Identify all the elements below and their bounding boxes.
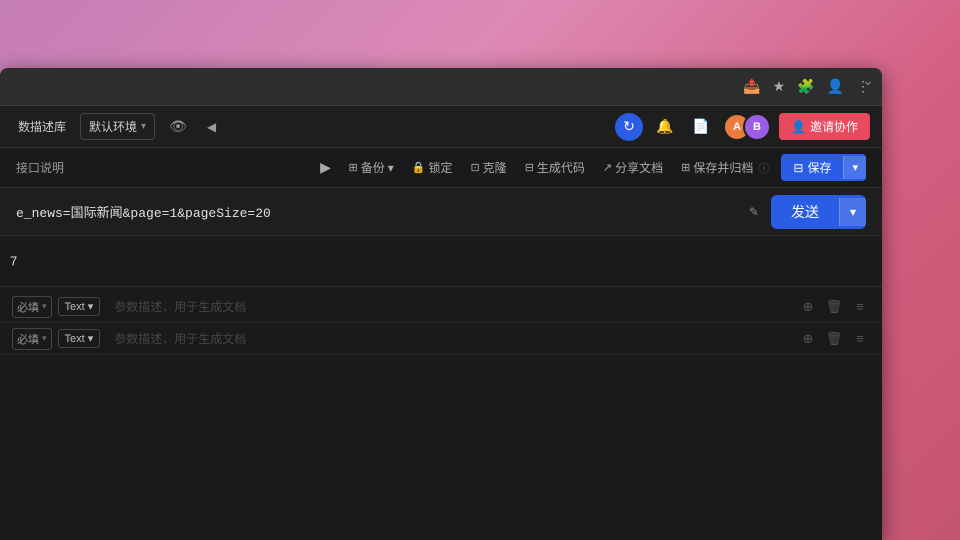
cursor-area: 7 <box>0 236 882 286</box>
type-chevron-2: ▾ <box>88 332 94 345</box>
param-menu-icon-1[interactable]: ≡ <box>850 297 870 317</box>
type-badge-1[interactable]: Text ▾ <box>58 297 101 316</box>
env-selector[interactable]: 默认环境 ▾ <box>80 113 155 140</box>
lock-btn[interactable]: 🔒 锁定 <box>406 156 459 179</box>
save-icon: ⊟ <box>793 161 803 175</box>
doc-icon: 📄 <box>692 118 709 135</box>
param-actions-1: ⊕ 🗑 ≡ <box>798 297 870 317</box>
env-chevron-icon: ▾ <box>141 121 146 132</box>
cursor-line: 7 <box>10 254 17 269</box>
share-doc-icon: ↗ <box>603 161 612 174</box>
type-label-1: Text <box>65 301 85 313</box>
save-archive-icon: ⊞ <box>681 161 690 174</box>
url-bar: e_news=国际新闻&page=1&pageSize=20 ✎ 发送 ▾ <box>0 188 882 236</box>
invite-btn[interactable]: 👤 邀请协作 <box>779 113 870 140</box>
type-chevron-1: ▾ <box>88 300 94 313</box>
required-chevron-2: ▾ <box>42 333 47 344</box>
required-badge-2[interactable]: 必填 ▾ <box>12 328 52 350</box>
send-dropdown-btn[interactable]: ▾ <box>839 198 866 226</box>
required-label-2: 必填 <box>17 331 39 347</box>
param-row: 必填 ▾ Text ▾ 参数描述，用于生成文档 ⊕ 🗑 ≡ <box>0 323 882 355</box>
param-row: 必填 ▾ Text ▾ 参数描述，用于生成文档 ⊕ 🗑 ≡ <box>0 291 882 323</box>
backup-chevron-icon: ▾ <box>388 161 394 175</box>
browser-window: ⌄ 📤 ★ 🧩 👤 ⋮ 数描述库 默认环境 ▾ 👁 ◀ ↻ 🔔 📄 <box>0 68 882 540</box>
extension-icon[interactable]: 🧩 <box>797 78 814 95</box>
env-label: 默认环境 <box>89 118 137 135</box>
params-area: 必填 ▾ Text ▾ 参数描述，用于生成文档 ⊕ 🗑 ≡ <box>0 287 882 540</box>
send-btn[interactable]: 发送 <box>771 195 839 229</box>
save-archive-info-icon: ⓘ <box>758 160 769 176</box>
required-chevron-1: ▾ <box>42 301 47 312</box>
param-desc-1[interactable]: 参数描述，用于生成文档 <box>106 298 792 315</box>
collapse-icon[interactable]: ⌄ <box>862 72 874 89</box>
db-nav-item[interactable]: 数描述库 <box>12 114 72 139</box>
bookmark-icon[interactable]: ★ <box>773 78 786 95</box>
param-delete-icon-1[interactable]: 🗑 <box>824 297 844 317</box>
sync-btn[interactable]: ↻ <box>615 113 643 141</box>
browser-topbar: ⌄ 📤 ★ 🧩 👤 ⋮ <box>0 68 882 106</box>
generate-code-btn[interactable]: ⊟ 生成代码 <box>519 156 591 179</box>
param-add-icon-1[interactable]: ⊕ <box>798 297 818 317</box>
required-badge-1[interactable]: 必填 ▾ <box>12 296 52 318</box>
share-browser-icon[interactable]: 📤 <box>743 78 760 95</box>
type-label-2: Text <box>65 333 85 345</box>
api-toolbar: 接口说明 ▶ ⊞ 备份 ▾ 🔒 锁定 ⊡ 克隆 <box>0 148 882 188</box>
play-btn[interactable]: ▶ <box>314 157 336 179</box>
invite-icon: 👤 <box>791 120 806 134</box>
clone-btn[interactable]: ⊡ 克隆 <box>464 156 512 179</box>
url-text[interactable]: e_news=国际新闻&page=1&pageSize=20 <box>16 202 749 221</box>
param-add-icon-2[interactable]: ⊕ <box>798 329 818 349</box>
clone-icon: ⊡ <box>470 161 479 174</box>
sync-icon: ↻ <box>623 118 635 135</box>
profile-icon[interactable]: 👤 <box>827 78 844 95</box>
param-menu-icon-2[interactable]: ≡ <box>850 329 870 349</box>
back-icon[interactable]: ◀ <box>201 116 222 138</box>
param-delete-icon-2[interactable]: 🗑 <box>824 329 844 349</box>
content-area: 接口说明 ▶ ⊞ 备份 ▾ 🔒 锁定 ⊡ 克隆 <box>0 148 882 540</box>
save-dropdown-btn[interactable]: ▾ <box>843 156 866 179</box>
send-btn-group: 发送 ▾ <box>771 195 866 229</box>
save-btn-group: ⊟ 保存 ▾ <box>781 154 866 181</box>
cursor-position: ✎ <box>749 205 759 219</box>
interface-label: 接口说明 <box>16 159 310 176</box>
api-actions: ▶ ⊞ 备份 ▾ 🔒 锁定 ⊡ 克隆 ⊟ 生成代码 <box>314 154 866 181</box>
param-actions-2: ⊕ 🗑 ≡ <box>798 329 870 349</box>
save-archive-btn[interactable]: ⊞ 保存并归档 ⓘ <box>675 156 775 179</box>
toolbar-right: ↻ 🔔 📄 A B 👤 邀请协作 <box>615 113 870 141</box>
app-toolbar: 数描述库 默认环境 ▾ 👁 ◀ ↻ 🔔 📄 A B <box>0 106 882 148</box>
backup-btn[interactable]: ⊞ 备份 ▾ <box>342 156 399 179</box>
required-label-1: 必填 <box>17 299 39 315</box>
play-icon: ▶ <box>320 159 331 176</box>
avatar-group: A B <box>723 113 771 141</box>
eye-icon[interactable]: 👁 <box>163 114 193 139</box>
doc-btn[interactable]: 📄 <box>687 113 715 141</box>
generate-icon: ⊟ <box>525 161 534 174</box>
type-badge-2[interactable]: Text ▾ <box>58 329 101 348</box>
bell-icon: 🔔 <box>656 118 673 135</box>
lock-icon: 🔒 <box>412 161 426 174</box>
bell-btn[interactable]: 🔔 <box>651 113 679 141</box>
param-desc-2[interactable]: 参数描述，用于生成文档 <box>106 330 792 347</box>
backup-icon: ⊞ <box>348 161 357 174</box>
share-doc-btn[interactable]: ↗ 分享文档 <box>597 156 669 179</box>
save-btn[interactable]: ⊟ 保存 <box>781 154 843 181</box>
avatar-2[interactable]: B <box>743 113 771 141</box>
